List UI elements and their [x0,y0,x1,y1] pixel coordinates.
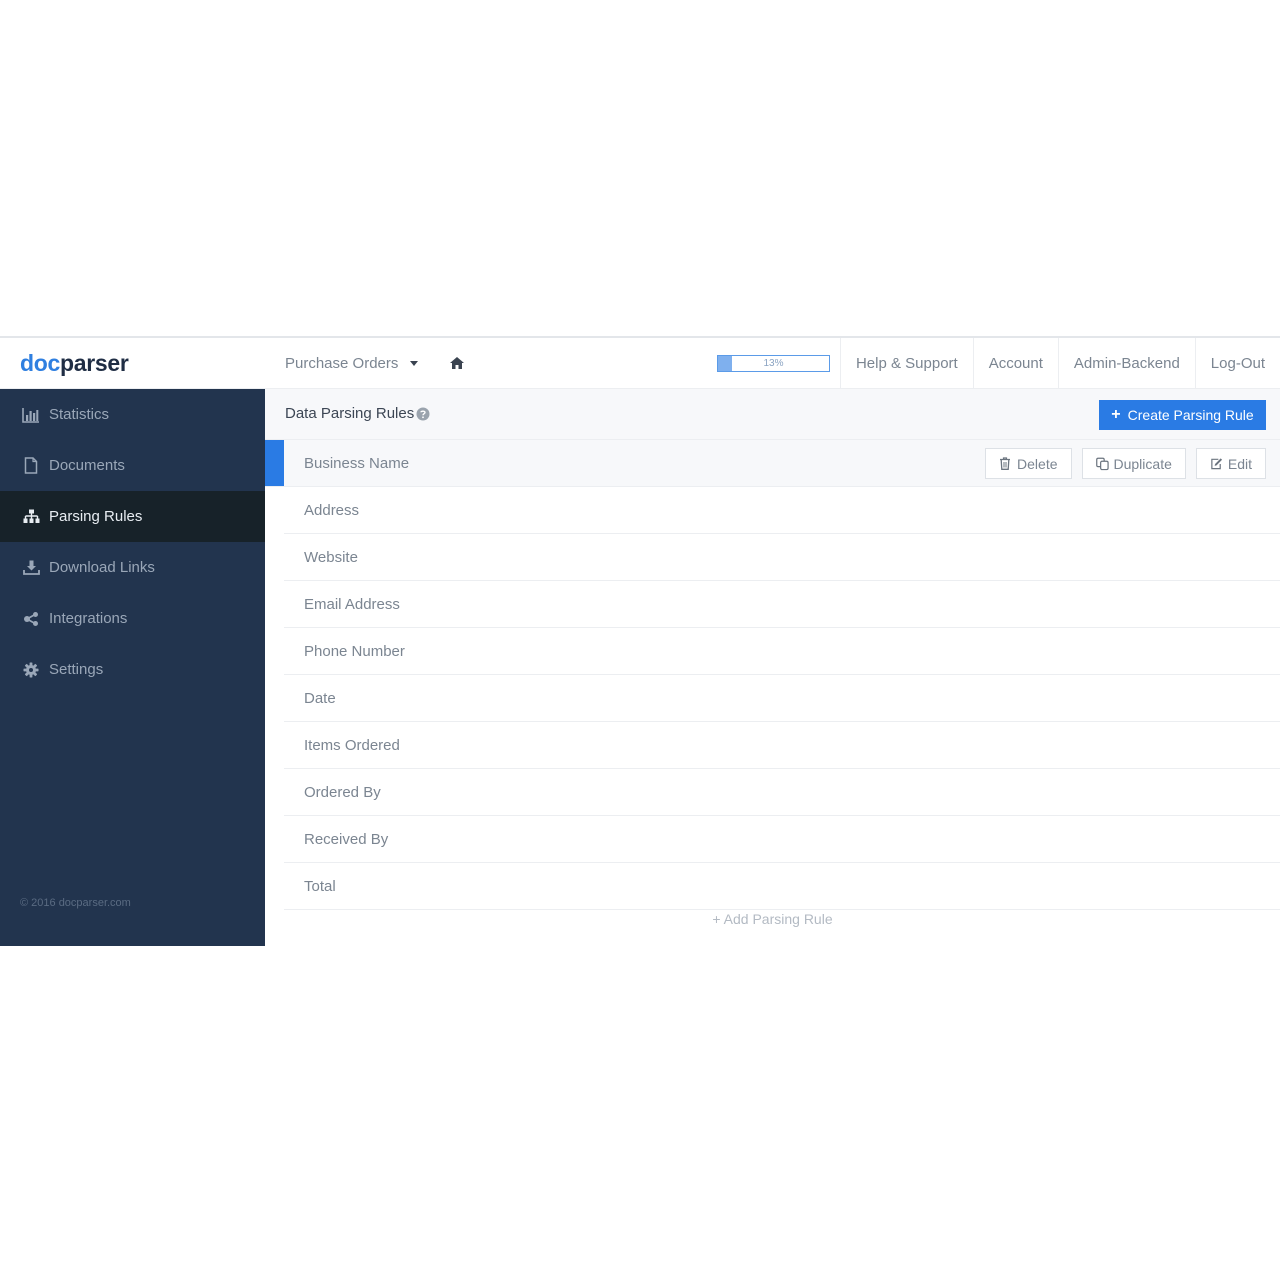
add-parsing-rule-link[interactable]: + Add Parsing Rule [265,911,1280,927]
duplicate-button[interactable]: Duplicate [1081,448,1186,479]
sidebar-item-integrations[interactable]: Integrations [0,593,265,644]
rule-name: Date [304,690,336,707]
document-icon [22,457,40,475]
rule-name: Total [304,878,336,895]
trash-icon [999,457,1012,470]
sitemap-icon [22,508,40,526]
sidebar-item-parsing-rules[interactable]: Parsing Rules [0,491,265,542]
rule-row[interactable]: Received By [284,816,1280,863]
rule-name: Business Name [304,455,410,472]
sidebar-item-label: Settings [49,661,104,678]
rule-name: Email Address [304,596,400,613]
rule-row[interactable]: Phone Number [284,628,1280,675]
rule-row[interactable]: Date [284,675,1280,722]
question-circle-icon[interactable] [416,407,430,421]
rule-row[interactable]: Total [284,863,1280,910]
selected-indicator [265,440,284,486]
app-window: docparser Purchase Orders 13% Help & Sup… [0,336,1280,946]
rule-name: Phone Number [304,643,405,660]
gear-icon [22,661,40,679]
rule-name: Received By [304,831,389,848]
edit-label: Edit [1227,455,1252,472]
rule-row-business-name[interactable]: Business Name Delete Duplicate Edit [265,440,1280,487]
usage-progress-label: 13% [763,358,784,369]
rule-row[interactable]: Email Address [284,581,1280,628]
create-parsing-rule-label: Create Parsing Rule [1127,407,1254,423]
rule-actions: Delete Duplicate Edit [985,448,1266,479]
main-panel: Data Parsing Rules + Create Parsing Rule… [265,389,1280,946]
project-selector[interactable]: Purchase Orders [285,355,419,372]
duplicate-label: Duplicate [1113,455,1172,472]
nav-admin-backend[interactable]: Admin-Backend [1057,338,1195,389]
delete-label: Delete [1017,455,1058,472]
logo-part-doc: doc [20,350,60,376]
sidebar-item-label: Statistics [49,406,110,423]
project-name: Purchase Orders [285,355,399,372]
nav-account[interactable]: Account [972,338,1058,389]
rule-name: Items Ordered [304,737,400,754]
rule-row[interactable]: Items Ordered [284,722,1280,769]
nav-help-support[interactable]: Help & Support [839,338,973,389]
nav-log-out[interactable]: Log-Out [1194,338,1280,389]
share-icon [22,610,40,628]
rule-row[interactable]: Ordered By [284,769,1280,816]
create-parsing-rule-button[interactable]: + Create Parsing Rule [1099,400,1266,430]
sidebar-item-download-links[interactable]: Download Links [0,542,265,593]
sidebar: Statistics Documents Parsing Rules Downl… [0,389,265,946]
rule-name: Ordered By [304,784,381,801]
sidebar-item-label: Parsing Rules [49,508,143,525]
sidebar-item-settings[interactable]: Settings [0,644,265,695]
rule-row[interactable]: Website [284,534,1280,581]
chevron-down-icon [410,361,419,366]
plus-icon: + [1111,406,1121,423]
sidebar-item-documents[interactable]: Documents [0,440,265,491]
panel-header: Data Parsing Rules + Create Parsing Rule [265,389,1280,440]
sidebar-item-label: Documents [49,457,125,474]
docparser-logo[interactable]: docparser [20,350,129,377]
top-nav: Help & Support Account Admin-Backend Log… [839,338,1280,389]
parsing-rule-list: Business Name Delete Duplicate Edit Addr… [265,440,1280,910]
bar-chart-icon [22,406,40,424]
page-title: Data Parsing Rules [285,405,415,422]
sidebar-item-label: Download Links [49,559,155,576]
home-icon[interactable] [449,355,465,371]
rule-row[interactable]: Address [284,487,1280,534]
rule-name: Website [304,549,358,566]
logo-part-parser: parser [60,350,129,376]
download-icon [22,559,40,577]
copy-icon [1095,457,1109,471]
top-bar: docparser Purchase Orders 13% Help & Sup… [0,338,1280,389]
edit-button[interactable]: Edit [1195,448,1266,479]
usage-progress-bar: 13% [717,355,830,372]
sidebar-item-label: Integrations [49,610,128,627]
rule-name: Address [304,502,360,519]
sidebar-item-statistics[interactable]: Statistics [0,389,265,440]
delete-button[interactable]: Delete [985,448,1072,479]
copyright-text: © 2016 docparser.com [20,897,131,909]
edit-icon [1210,457,1223,470]
